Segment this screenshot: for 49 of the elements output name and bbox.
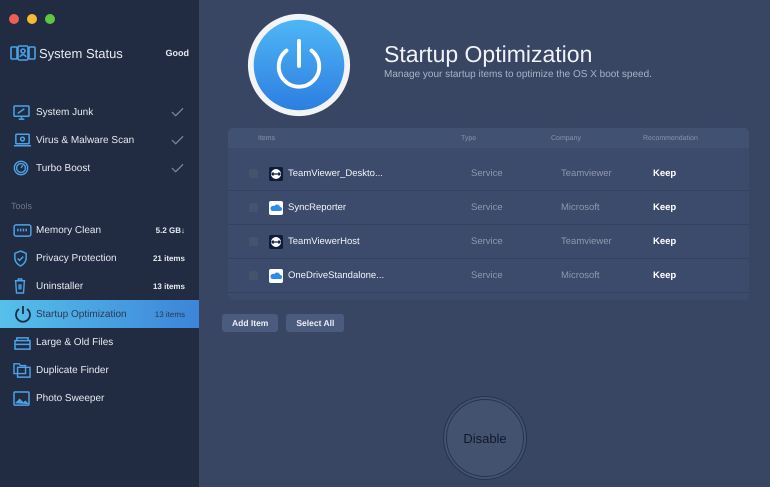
trash-icon — [13, 278, 27, 294]
section-heading: Tools — [10, 200, 34, 213]
sidebar-item[interactable]: Turbo Boost — [0, 154, 199, 182]
table-cell-text: Service — [471, 236, 504, 247]
laptop-icon — [13, 133, 32, 147]
folders-icon — [13, 362, 31, 378]
table-cell-text: Teamviewer — [561, 236, 613, 247]
table-cell-text: TeamViewer_Deskto... — [288, 168, 384, 179]
shield-icon — [13, 250, 28, 266]
table-cell-text: Microsoft — [561, 270, 601, 281]
action-button[interactable]: Select All — [286, 314, 344, 332]
table-cell-text: Service — [471, 168, 504, 179]
cloud-icon — [269, 268, 283, 282]
power-icon — [13, 304, 33, 324]
photo-icon — [13, 390, 30, 406]
page-subtitle: Manage your startup items to optimize the OS X boot speed. — [384, 68, 652, 80]
drawer-icon — [13, 334, 32, 350]
table-cell-text: Keep — [653, 168, 678, 179]
monitor-icon — [10, 45, 36, 61]
sidebar-item[interactable]: Photo Sweeper — [0, 384, 199, 412]
action-button[interactable]: Add Item — [222, 314, 278, 332]
status-value: Good — [166, 48, 189, 58]
sidebar-item[interactable]: System Junk — [0, 98, 199, 126]
table-cell-text: Keep — [653, 270, 678, 281]
table-cell-text: Service — [471, 202, 504, 213]
table-cell-text: TeamViewerHost — [288, 236, 361, 247]
memory-icon — [13, 224, 32, 236]
sidebar-item[interactable]: Startup Optimization 13 items — [0, 300, 199, 328]
sidebar-item[interactable]: Virus & Malware Scan — [0, 126, 199, 154]
table-cell-text: OneDriveStandalone... — [288, 270, 386, 281]
sidebar-item[interactable]: Uninstaller 13 items — [0, 272, 199, 300]
gauge-icon — [13, 160, 29, 176]
sidebar-item[interactable]: Duplicate Finder — [0, 356, 199, 384]
table-cell-text: Service — [471, 270, 504, 281]
page-title: Startup Optimization — [384, 40, 594, 68]
table-cell-text: Microsoft — [561, 202, 601, 213]
cloud-icon — [269, 200, 283, 214]
app-icon — [269, 166, 283, 180]
sidebar-item[interactable]: Large & Old Files — [0, 328, 199, 356]
sidebar-item[interactable]: Privacy Protection 21 items — [0, 244, 199, 272]
power-icon — [246, 12, 352, 118]
table-cell-text: Keep — [653, 202, 678, 213]
screen-icon — [13, 104, 30, 120]
app-icon — [269, 234, 283, 248]
table-cell-text: SyncReporter — [288, 202, 348, 213]
table-cell-text: Keep — [653, 236, 678, 247]
status-title: System Status — [39, 46, 124, 60]
table-cell-text: Teamviewer — [561, 168, 613, 179]
sidebar-item[interactable]: Memory Clean 5.2 GB↓ — [0, 216, 199, 244]
